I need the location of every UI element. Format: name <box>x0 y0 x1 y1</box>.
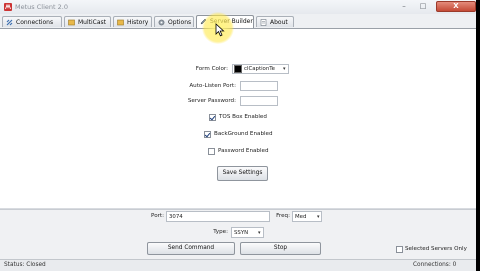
freq-label: Freq: <box>276 213 290 219</box>
app-window: Metus Client 2.0 – □ X Connections Multi… <box>0 0 476 271</box>
background-checkbox[interactable] <box>204 131 211 138</box>
app-icon <box>4 3 12 11</box>
stop-button[interactable]: Stop <box>240 242 321 255</box>
form-color-value: clCaptionTe <box>244 66 275 72</box>
password-enabled-checkbox[interactable] <box>208 148 215 155</box>
about-icon <box>260 19 267 26</box>
port-value: 3074 <box>169 214 183 220</box>
send-command-button[interactable]: Send Command <box>147 242 235 255</box>
server-password-input[interactable] <box>240 96 278 106</box>
form-color-select[interactable]: clCaptionTe ▾ <box>232 64 289 74</box>
tab-label: Options <box>168 19 192 26</box>
tab-connections[interactable]: Connections <box>2 16 62 27</box>
chevron-down-icon: ▾ <box>283 66 286 72</box>
mouse-pointer-icon <box>215 23 225 37</box>
close-button[interactable]: X <box>436 1 476 12</box>
status-bar: Status: Closed Connections: 0 <box>0 259 476 271</box>
chevron-down-icon: ▾ <box>317 214 320 220</box>
tab-label: Connections <box>16 19 54 26</box>
maximize-button[interactable]: □ <box>415 1 431 11</box>
password-enabled-label: Password Enabled <box>218 148 269 154</box>
port-label: Port: <box>151 213 164 219</box>
window-title: Metus Client 2.0 <box>15 3 68 11</box>
type-label: Type: <box>213 229 228 235</box>
tos-box-checkbox[interactable] <box>209 114 216 121</box>
port-input[interactable]: 3074 <box>166 211 270 222</box>
freq-value: Med <box>295 214 307 220</box>
server-password-label: Server Password: <box>187 98 236 104</box>
type-value: SSYN <box>234 230 249 236</box>
color-swatch <box>234 65 242 73</box>
tab-bar: Connections MultiCast History Options Se… <box>0 14 476 29</box>
multicast-icon <box>68 19 75 26</box>
server-builder-panel: Form Color: clCaptionTe ▾ Auto-Listen Po… <box>0 29 476 209</box>
history-icon <box>117 19 124 26</box>
connections-count: Connections: 0 <box>413 262 457 268</box>
form-color-label: Form Color: <box>195 66 228 72</box>
save-settings-button[interactable]: Save Settings <box>217 166 268 181</box>
minimize-button[interactable]: – <box>396 1 412 11</box>
selected-servers-checkbox[interactable] <box>396 246 403 253</box>
tab-multicast[interactable]: MultiCast <box>64 16 111 27</box>
chevron-down-icon: ▾ <box>258 230 261 236</box>
tab-label: About <box>270 19 288 26</box>
auto-listen-port-input[interactable] <box>240 81 278 91</box>
tab-label: History <box>127 19 149 26</box>
auto-listen-port-label: Auto-Listen Port: <box>189 83 236 89</box>
freq-select[interactable]: Med ▾ <box>292 211 322 222</box>
title-bar[interactable]: Metus Client 2.0 – □ X <box>0 0 476 15</box>
tos-box-label: TOS Box Enabled <box>219 114 267 120</box>
tab-server-builder[interactable]: Server Builder <box>196 15 254 28</box>
tab-options[interactable]: Options <box>154 16 194 27</box>
selected-servers-label: Selected Servers Only <box>405 246 467 252</box>
pencil-icon <box>200 18 207 25</box>
command-panel: Port: 3074 Freq: Med ▾ Type: SSYN ▾ Send… <box>0 209 476 260</box>
tab-history[interactable]: History <box>113 16 152 27</box>
background-label: BackGround Enabled <box>214 131 273 137</box>
type-select[interactable]: SSYN ▾ <box>231 227 264 238</box>
connections-icon <box>6 19 13 26</box>
status-text: Status: Closed <box>4 262 46 268</box>
tab-about[interactable]: About <box>256 16 294 27</box>
options-icon <box>158 19 165 26</box>
tab-label: MultiCast <box>78 19 107 26</box>
